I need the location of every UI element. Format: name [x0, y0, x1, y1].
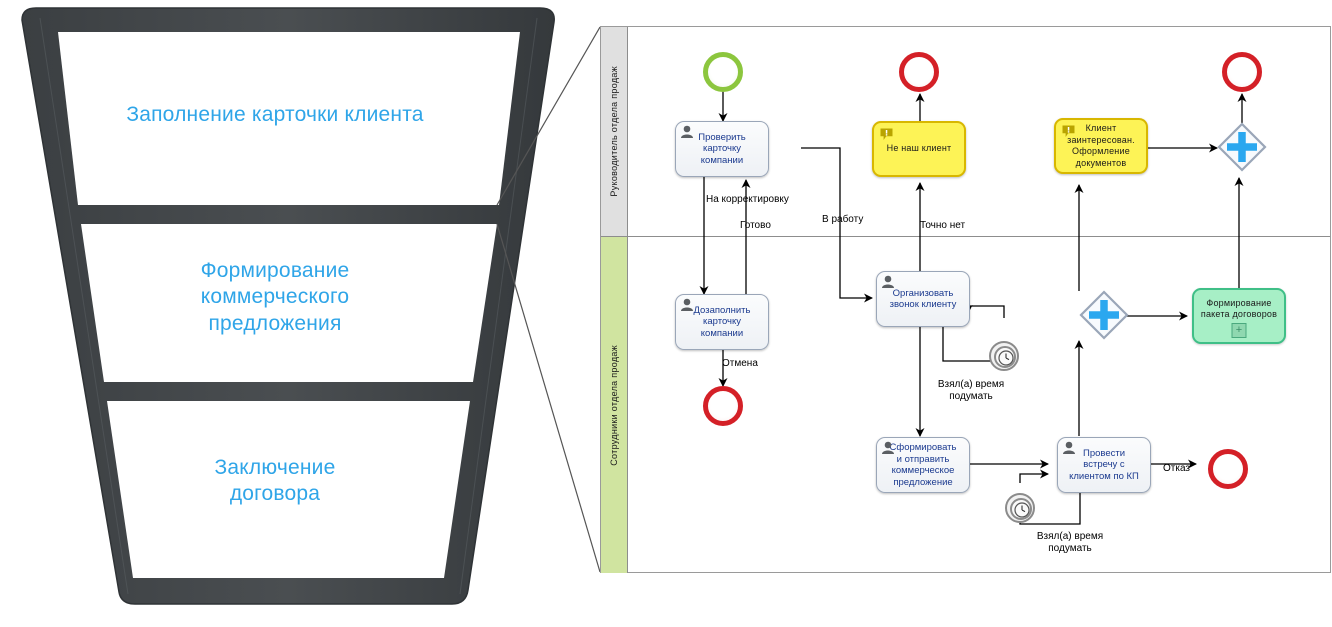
annotation-label: Не наш клиент — [886, 143, 952, 154]
end-event-not-our-client[interactable] — [899, 52, 939, 92]
funnel-cell-2 — [81, 224, 497, 382]
task-create-send-offer[interactable]: Сформировать и отправить коммерческое предл… — [876, 437, 970, 493]
comment-icon — [1062, 125, 1075, 137]
user-icon — [882, 275, 894, 288]
funnel-cell-3 — [107, 401, 470, 578]
task-label: Дозаполнить карточку компании — [693, 304, 751, 339]
edge-label-ready: Готово — [740, 220, 771, 231]
funnel-graphic — [21, 7, 601, 605]
user-icon — [681, 298, 693, 311]
edge-label-cancel: Отмена — [722, 358, 758, 369]
clock-icon — [1014, 502, 1030, 518]
comment-icon — [880, 128, 893, 140]
edge-label-correction: На корректировку — [706, 194, 789, 205]
user-icon — [1063, 441, 1075, 454]
start-event[interactable] — [703, 52, 743, 92]
gateway-shape — [1217, 122, 1267, 172]
task-organize-call[interactable]: Организовать звонок клиенту — [876, 271, 970, 327]
edge-label-think-call: Взял(а) время подумать — [937, 379, 1005, 402]
subprocess-expand-icon: + — [1231, 323, 1247, 338]
flow-timer-to-call — [963, 305, 1005, 318]
end-event-refusal[interactable] — [1208, 449, 1248, 489]
edge-label-to-work: В работу — [822, 214, 864, 225]
subprocess-contract-package[interactable]: Формирование пакета договоров + — [1192, 288, 1286, 344]
end-event-done[interactable] — [1222, 52, 1262, 92]
user-icon — [882, 441, 894, 454]
parallel-gateway-lower[interactable] — [1079, 290, 1129, 340]
end-event-cancel[interactable] — [703, 386, 743, 426]
task-complete-company-card[interactable]: Дозаполнить карточку компании — [675, 294, 769, 350]
task-label: Провести встречу с клиентом по КП — [1069, 447, 1139, 482]
task-hold-meeting[interactable]: Провести встречу с клиентом по КП — [1057, 437, 1151, 493]
edge-label-refusal: Отказ — [1163, 463, 1190, 474]
parallel-gateway-upper[interactable] — [1217, 122, 1267, 172]
edge-label-think-meeting: Взял(а) время подумать — [1036, 531, 1104, 554]
timer-boundary-event-meeting[interactable] — [1005, 493, 1035, 523]
funnel-cell-1 — [58, 32, 520, 205]
clock-icon — [998, 350, 1014, 366]
screenshot-root: Заполнение карточки клиента Формирование… — [0, 0, 1332, 622]
timer-boundary-event-call[interactable] — [989, 341, 1019, 371]
user-icon — [681, 125, 693, 138]
gateway-shape — [1079, 290, 1129, 340]
task-check-company-card[interactable]: Проверить карточку компании — [675, 121, 769, 177]
callout-line-bottom — [496, 223, 601, 573]
task-label: Сформировать и отправить коммерческое предл… — [889, 442, 957, 488]
task-label: Проверить карточку компании — [698, 131, 746, 166]
sales-funnel: Заполнение карточки клиента Формирование… — [0, 0, 601, 622]
edge-label-definitely-no: Точно нет — [920, 220, 966, 231]
annotation-client-interested[interactable]: Клиент заинтересован. Оформление документов — [1054, 118, 1148, 174]
task-label: Организовать звонок клиенту — [889, 287, 957, 311]
annotation-not-our-client[interactable]: Не наш клиент — [872, 121, 966, 177]
flow-timer-to-meeting — [1019, 469, 1049, 483]
